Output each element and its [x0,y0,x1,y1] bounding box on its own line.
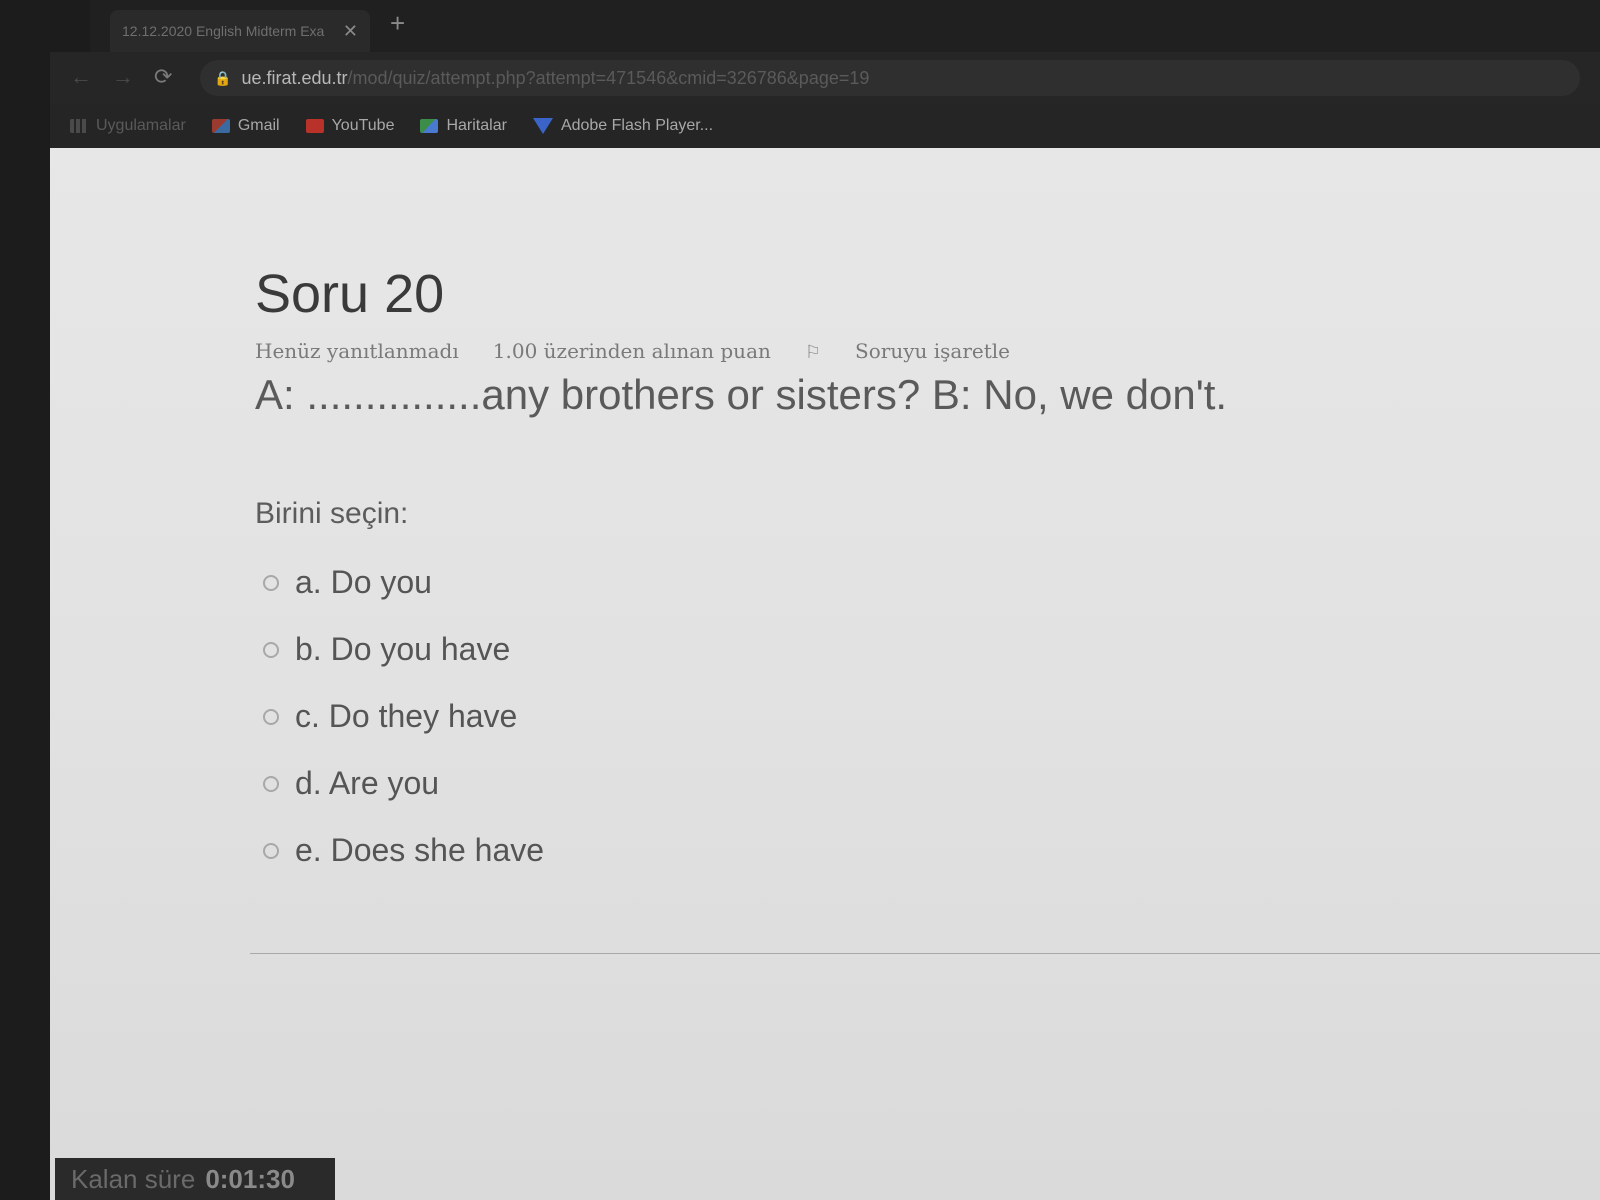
bookmark-label: Haritalar [446,117,507,134]
question-text: A: ...............any brothers or sister… [255,371,1228,418]
answer-option-c[interactable]: c. Do they have [255,683,1455,750]
forward-icon[interactable]: → [112,64,134,90]
maps-icon [420,119,439,133]
question-title: Soru 20 [255,264,445,324]
radio-button[interactable] [263,708,279,725]
bookmark-gmail[interactable]: Gmail [211,117,280,135]
answer-option-d[interactable]: d. Are you [255,750,1455,817]
answer-option-a[interactable]: a. Do you [255,549,1455,616]
flag-label: Soruyu işaretle [855,339,1010,363]
bookmark-label: Uygulamalar [96,117,186,134]
lock-icon: 🔒 [214,69,232,86]
bookmark-label: Adobe Flash Player... [560,117,714,134]
bookmark-youtube[interactable]: YouTube [305,117,395,135]
adobe-icon [532,118,553,134]
answer-option-e[interactable]: e. Does she have [255,817,1455,884]
radio-button[interactable] [263,574,279,591]
tab-title: 12.12.2020 English Midterm Exa [122,23,325,39]
browser-tab[interactable]: 12.12.2020 English Midterm Exa ✕ [110,10,370,52]
url-path: /mod/quiz/attempt.php?attempt=471546&cmi… [347,67,870,88]
question-status: Henüz yanıtlanmadı [255,339,459,363]
bookmark-label: Gmail [237,117,280,134]
question-points: 1.00 üzerinden alınan puan [492,339,771,363]
bookmark-maps[interactable]: Haritalar [420,117,507,135]
reload-icon[interactable]: ⟳ [154,64,172,90]
flag-question-link[interactable]: ⚐ Soruyu işaretle [805,339,1044,363]
back-icon[interactable]: ← [70,64,92,90]
answer-prompt: Birini seçin: [255,497,409,530]
option-label: b. Do you have [295,631,511,667]
url-field[interactable]: 🔒 ue.firat.edu.tr/mod/quiz/attempt.php?a… [200,60,1580,96]
gmail-icon [211,119,230,133]
option-label: d. Are you [295,765,440,801]
option-label: e. Does she have [295,832,545,868]
bookmark-label: YouTube [331,117,395,134]
option-label: a. Do you [295,564,432,600]
radio-button[interactable] [263,842,279,859]
radio-button[interactable] [263,641,279,658]
bookmark-apps[interactable]: Uygulamalar [70,117,186,135]
youtube-icon [305,119,324,133]
address-bar: ← → ⟳ 🔒 ue.firat.edu.tr/mod/quiz/attempt… [50,52,1600,104]
url-host: ue.firat.edu.tr [241,67,348,88]
flag-icon: ⚐ [804,342,822,363]
divider [250,953,1600,954]
option-label: c. Do they have [295,698,518,734]
bookmark-adobe[interactable]: Adobe Flash Player... [532,117,714,135]
radio-button[interactable] [263,775,279,792]
quiz-page: Soru 20 Henüz yanıtlanmadı 1.00 üzerinde… [50,148,1600,1200]
time-remaining: Kalan süre 0:01:30 [55,1158,335,1200]
tab-bar: 12.12.2020 English Midterm Exa ✕ + [90,0,1600,52]
question-block: Soru 20 Henüz yanıtlanmadı 1.00 üzerinde… [255,263,1455,884]
close-icon[interactable]: ✕ [343,21,358,42]
timer-label: Kalan süre [71,1163,196,1194]
answer-option-b[interactable]: b. Do you have [255,616,1455,683]
question-info: Henüz yanıtlanmadı 1.00 üzerinden alınan… [255,339,1455,363]
browser-window: 12.12.2020 English Midterm Exa ✕ + ← → ⟳… [0,0,1600,1200]
apps-icon [70,119,88,133]
bookmarks-bar: Uygulamalar Gmail YouTube Haritalar Adob… [50,104,1600,148]
timer-value: 0:01:30 [205,1163,295,1194]
new-tab-button[interactable]: + [390,8,405,39]
answer-options: a. Do you b. Do you have c. Do they have… [255,549,1455,884]
